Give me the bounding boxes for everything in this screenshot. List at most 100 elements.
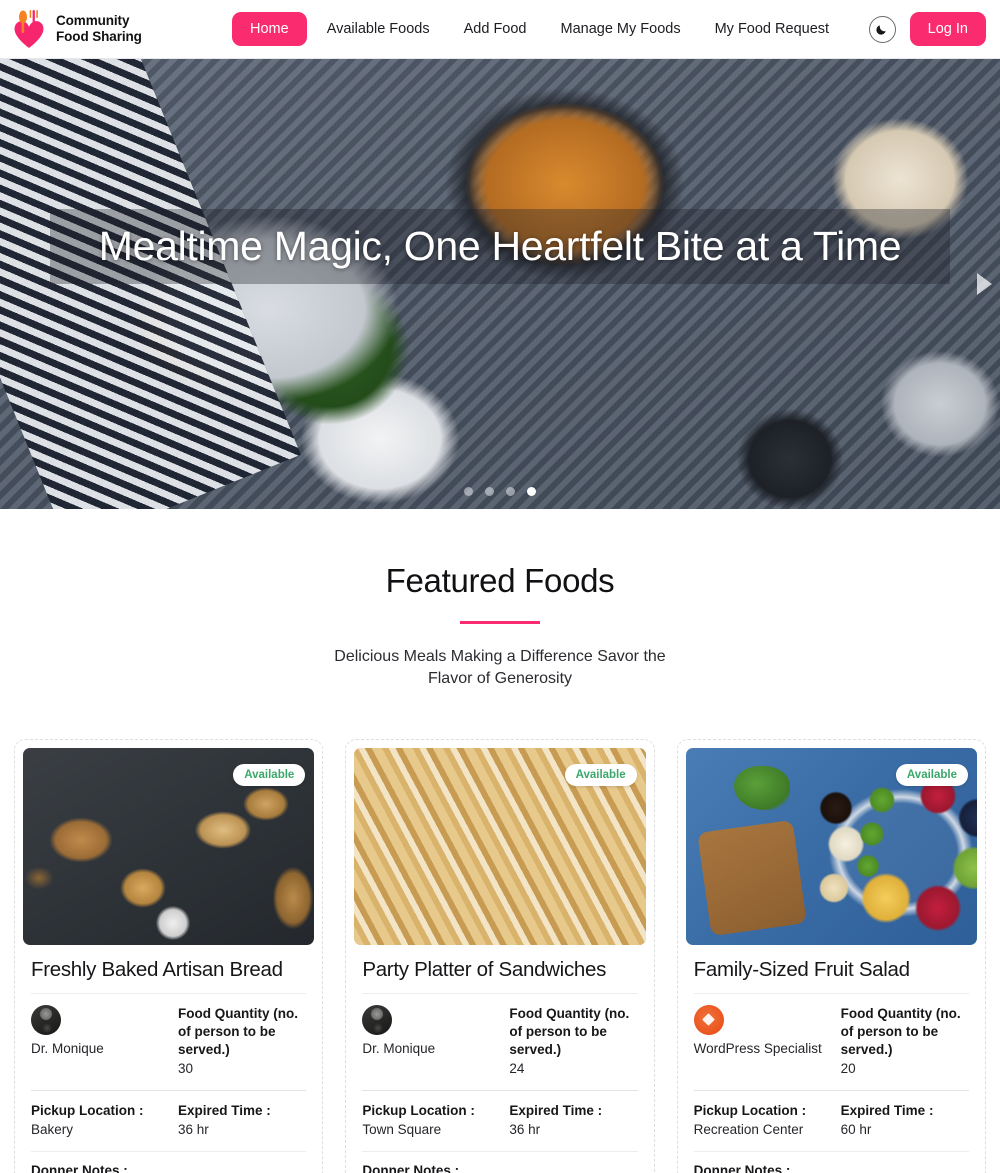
donor-block: WordPress Specialist — [693, 1004, 831, 1079]
nav-item-add-food[interactable]: Add Food — [450, 13, 541, 45]
divider — [31, 1150, 307, 1152]
nav-links: Home Available Foods Add Food Manage My … — [232, 12, 843, 46]
avatar — [31, 1004, 61, 1035]
donor-quantity-row: Dr. Monique Food Quantity (no. of person… — [362, 1004, 637, 1079]
notes-block: Donner Notes : Assorted sandwiches with … — [694, 1163, 969, 1173]
pickup-expiry-row: Pickup Location : Town Square Expired Ti… — [362, 1102, 637, 1140]
pickup-block: Pickup Location : Town Square — [362, 1102, 499, 1140]
carousel-dot-4[interactable] — [527, 487, 536, 496]
featured-subtitle: Delicious Meals Making a Difference Savo… — [334, 647, 666, 688]
expired-label: Expired Time : — [178, 1102, 271, 1118]
food-card-grid: Available Freshly Baked Artisan Bread Dr… — [0, 738, 1000, 1173]
top-navbar: Community Food Sharing Home Available Fo… — [0, 0, 1000, 59]
donor-name: Dr. Monique — [362, 1040, 436, 1056]
pickup-value: Bakery — [31, 1121, 74, 1137]
donor-block: Dr. Monique — [31, 1004, 168, 1079]
expired-value: 36 hr — [509, 1121, 541, 1137]
expired-label: Expired Time : — [840, 1102, 934, 1118]
food-card[interactable]: Available Family-Sized Fruit Salad WordP… — [676, 738, 986, 1173]
notes-label: Donner Notes : — [693, 1162, 791, 1173]
pickup-block: Pickup Location : Recreation Center — [694, 1102, 831, 1140]
chevron-right-icon[interactable] — [977, 273, 992, 295]
pickup-value: Recreation Center — [693, 1121, 804, 1137]
notes-label: Donner Notes : — [362, 1162, 460, 1173]
quantity-block: Food Quantity (no. of person to be serve… — [509, 1005, 637, 1079]
donor-quantity-row: Dr. Monique Food Quantity (no. of person… — [31, 1004, 306, 1079]
divider — [31, 1089, 307, 1091]
quantity-label: Food Quantity (no. of person to be serve… — [178, 1005, 298, 1057]
nav-item-manage-my-foods[interactable]: Manage My Foods — [547, 13, 695, 45]
food-title: Freshly Baked Artisan Bread — [31, 957, 283, 981]
nav-item-available-foods[interactable]: Available Foods — [313, 13, 444, 45]
title-divider — [460, 621, 540, 624]
expired-label: Expired Time : — [509, 1102, 603, 1118]
login-button[interactable]: Log In — [909, 12, 986, 46]
pickup-label: Pickup Location : — [31, 1102, 144, 1118]
pickup-expiry-row: Pickup Location : Recreation Center Expi… — [694, 1102, 969, 1140]
expiry-block: Expired Time : 36 hr — [178, 1102, 306, 1140]
quantity-value: 20 — [840, 1060, 856, 1076]
brand-line-2: Food Sharing — [56, 29, 142, 44]
divider — [693, 1150, 969, 1152]
carousel-dot-3[interactable] — [506, 487, 515, 496]
brand-logo-link[interactable]: Community Food Sharing — [10, 8, 210, 50]
divider — [31, 992, 307, 994]
divider — [693, 1089, 969, 1091]
notes-block: Donner Notes : Delicious handcrafted art… — [31, 1163, 306, 1173]
food-card-media: Available — [354, 747, 646, 945]
status-badge: Available — [895, 763, 968, 786]
donor-name: WordPress Specialist — [693, 1040, 822, 1056]
expired-value: 60 hr — [840, 1121, 872, 1137]
avatar — [362, 1004, 393, 1035]
divider — [693, 992, 969, 994]
divider — [362, 1150, 638, 1152]
navbar-actions: Log In — [868, 12, 986, 46]
quantity-block: Food Quantity (no. of person to be serve… — [841, 1005, 969, 1079]
expiry-block: Expired Time : 60 hr — [841, 1102, 969, 1140]
carousel-dot-2[interactable] — [485, 487, 494, 496]
divider — [362, 1089, 638, 1091]
spoon-fork-heart-icon — [10, 8, 48, 50]
featured-foods-section: Featured Foods Delicious Meals Making a … — [0, 509, 1000, 1173]
donor-block: Dr. Monique — [362, 1004, 499, 1079]
quantity-value: 24 — [509, 1060, 525, 1076]
status-badge: Available — [564, 763, 637, 786]
hero-title: Mealtime Magic, One Heartfelt Bite at a … — [98, 223, 902, 269]
food-title: Party Platter of Sandwiches — [362, 957, 607, 981]
notes-block: Donner Notes : A variety of freshly bake… — [362, 1163, 637, 1173]
donor-quantity-row: WordPress Specialist Food Quantity (no. … — [693, 1004, 969, 1079]
moon-icon[interactable] — [868, 15, 896, 43]
carousel-dot-1[interactable] — [464, 487, 473, 496]
pickup-expiry-row: Pickup Location : Bakery Expired Time : … — [31, 1102, 306, 1140]
divider — [362, 992, 638, 994]
carousel-indicators — [0, 487, 1000, 496]
food-title: Family-Sized Fruit Salad — [693, 957, 910, 981]
food-card-body: Family-Sized Fruit Salad WordPress Speci… — [686, 957, 977, 1173]
food-card-body: Party Platter of Sandwiches Dr. Monique … — [354, 957, 645, 1173]
brand-line-1: Community — [56, 13, 130, 29]
pickup-value: Town Square — [362, 1121, 442, 1137]
food-card-media: Available — [685, 747, 977, 945]
food-card-media: Available — [23, 747, 315, 945]
quantity-value: 30 — [178, 1060, 194, 1076]
hero-slide-image — [0, 59, 1000, 509]
donor-name: Dr. Monique — [31, 1040, 104, 1056]
status-badge: Available — [233, 763, 306, 786]
food-card[interactable]: Available Party Platter of Sandwiches Dr… — [345, 738, 655, 1173]
quantity-label: Food Quantity (no. of person to be serve… — [509, 1005, 630, 1057]
food-card-body: Freshly Baked Artisan Bread Dr. Monique … — [23, 957, 314, 1173]
brand-text: Community Food Sharing — [56, 13, 142, 44]
expired-value: 36 hr — [178, 1121, 209, 1137]
notes-label: Donner Notes : — [31, 1162, 128, 1173]
expiry-block: Expired Time : 36 hr — [509, 1102, 637, 1140]
nav-item-my-food-request[interactable]: My Food Request — [701, 13, 843, 45]
quantity-label: Food Quantity (no. of person to be serve… — [840, 1005, 961, 1057]
hero-carousel: Mealtime Magic, One Heartfelt Bite at a … — [0, 59, 1000, 509]
nav-item-home[interactable]: Home — [232, 12, 307, 46]
food-card[interactable]: Available Freshly Baked Artisan Bread Dr… — [14, 738, 324, 1173]
page-title: Featured Foods — [385, 562, 615, 599]
quantity-block: Food Quantity (no. of person to be serve… — [178, 1005, 306, 1079]
avatar — [693, 1004, 724, 1035]
pickup-label: Pickup Location : — [693, 1102, 807, 1118]
pickup-block: Pickup Location : Bakery — [31, 1102, 168, 1140]
